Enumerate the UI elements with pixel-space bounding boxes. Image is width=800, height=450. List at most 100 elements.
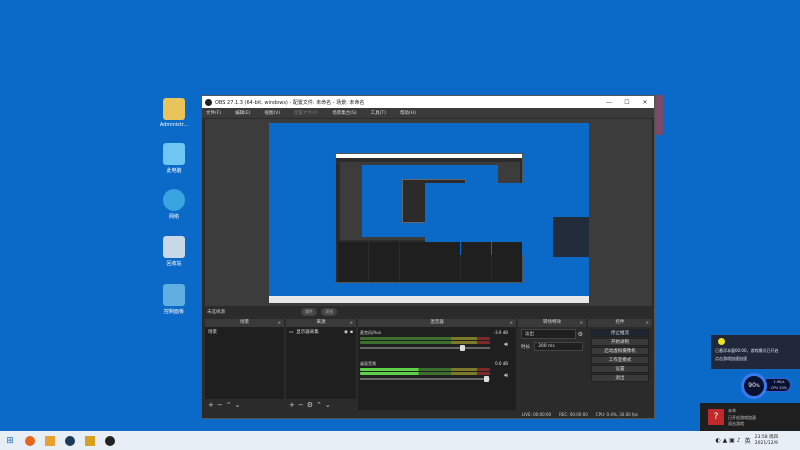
- start-virtual-camera-button[interactable]: 启动虚拟摄像机: [591, 347, 649, 355]
- ime-indicator[interactable]: 英: [745, 436, 751, 445]
- rec-status: REC: 00:00:00: [559, 411, 588, 417]
- window-title: OBS 27.1.3 (64-bit, windows) - 配置文件: 未命名…: [215, 99, 365, 106]
- add-icon[interactable]: +: [289, 400, 295, 410]
- lock-icon[interactable]: ▪: [350, 330, 353, 335]
- toast-title: 未命: [728, 408, 736, 413]
- mic-channel: 麦克风/Aux -3.9 dB 🔊︎: [360, 330, 510, 351]
- transitions-title: 转场特效: [543, 320, 561, 325]
- taskbar: ⊞ ◐ ▲ ▣ ♪ 英 23:58 周四 2021/12/9: [0, 431, 800, 450]
- dock-close-icon[interactable]: ✕: [350, 319, 353, 327]
- recycle-bin-icon: [163, 236, 185, 258]
- visibility-eye-icon[interactable]: ◉: [344, 330, 348, 335]
- menu-scene-collection[interactable]: 场景集合(S): [332, 110, 356, 116]
- remove-icon[interactable]: −: [298, 400, 304, 410]
- volume-meter: [360, 341, 490, 344]
- close-button[interactable]: ✕: [636, 99, 654, 106]
- dock-close-icon[interactable]: ✕: [510, 319, 513, 327]
- dock-close-icon[interactable]: ✕: [646, 319, 649, 327]
- duration-input[interactable]: 300 ms: [534, 342, 583, 351]
- source-item[interactable]: ▭ 显示器采集 ◉ ▪: [286, 327, 356, 337]
- move-down-icon[interactable]: ⌄: [235, 400, 241, 410]
- volume-meter: [360, 372, 490, 375]
- menu-tools[interactable]: 工具(T): [371, 110, 386, 116]
- properties-button[interactable]: 属性: [301, 307, 317, 316]
- desktop-icon-control-panel[interactable]: 控制面板: [156, 284, 192, 315]
- obs-window: OBS 27.1.3 (64-bit, windows) - 配置文件: 未命名…: [201, 95, 655, 419]
- volume-meter: [360, 337, 490, 340]
- speed-unit: %: [755, 383, 760, 388]
- notification-line2: 点击游戏加速加速: [715, 356, 747, 361]
- move-up-icon[interactable]: ⌃: [316, 400, 322, 410]
- filters-button[interactable]: 滤镜: [321, 307, 337, 316]
- notification-line1: 已悬浮本窗00:00，游戏模式已开启: [715, 348, 779, 353]
- steam-icon[interactable]: [60, 431, 80, 450]
- preview-area[interactable]: [205, 119, 652, 306]
- status-bar: LIVE: 00:00:00 REC: 00:00:00 CPU: 0.4%, …: [202, 410, 654, 418]
- speaker-icon[interactable]: 🔊︎: [504, 372, 508, 380]
- desktop-icon-network[interactable]: 网络: [156, 189, 192, 220]
- app-yellow-icon[interactable]: [80, 431, 100, 450]
- desktop-icon-label: 控制面板: [163, 309, 184, 315]
- menu-profile[interactable]: 配置文件(P): [294, 110, 318, 116]
- clock-time: 23:58 周四: [754, 434, 778, 440]
- exit-button[interactable]: 退出: [591, 374, 649, 382]
- source-toolbar: 未选择源 属性 滤镜: [205, 306, 652, 317]
- duration-label: 时长: [521, 344, 530, 350]
- desktop-icon-administrator[interactable]: Administr...: [156, 98, 192, 128]
- settings-button[interactable]: 设置: [591, 365, 649, 373]
- speaker-icon[interactable]: 🔊︎: [504, 341, 508, 349]
- computer-icon: [163, 143, 185, 165]
- nested-notification: [553, 217, 589, 257]
- toast-notification[interactable]: ? 未命 已开启游戏加速 双击游戏: [700, 403, 800, 431]
- app-orange-icon[interactable]: [40, 431, 60, 450]
- title-bar[interactable]: OBS 27.1.3 (64-bit, windows) - 配置文件: 未命名…: [202, 96, 654, 108]
- tray-icons[interactable]: ◐ ▲ ▣ ♪: [716, 437, 741, 444]
- add-icon[interactable]: +: [208, 400, 214, 410]
- menu-file[interactable]: 文件(F): [206, 110, 221, 116]
- dock-close-icon[interactable]: ✕: [580, 319, 583, 327]
- toast-line2: 双击游戏: [728, 421, 744, 426]
- scenes-title: 场景: [240, 320, 249, 325]
- mixer-title: 混音器: [430, 320, 444, 325]
- monitor-icon: ▭: [289, 329, 294, 335]
- nested-obs-capture-inner: [402, 179, 561, 255]
- speed-value: 90: [748, 382, 756, 389]
- channel-db: -3.9 dB: [493, 330, 508, 335]
- desktop-icon-this-pc[interactable]: 此电脑: [156, 143, 192, 174]
- network-icon: [163, 189, 185, 211]
- control-panel-icon: [163, 284, 185, 306]
- desktop-audio-channel: 桌面音频 0.0 dB 🔊︎: [360, 361, 510, 382]
- move-down-icon[interactable]: ⌄: [325, 400, 331, 410]
- speed-widget[interactable]: 1.9K/s CPU 20% 90%: [741, 373, 793, 399]
- remove-icon[interactable]: −: [217, 400, 223, 410]
- clock[interactable]: 23:58 周四 2021/12/9: [755, 435, 778, 447]
- gear-icon[interactable]: ⚙: [307, 400, 313, 410]
- obs-taskbar-icon[interactable]: [100, 431, 120, 450]
- menu-edit[interactable]: 编辑(E): [235, 110, 250, 116]
- menu-help[interactable]: 帮助(H): [400, 110, 416, 116]
- firefox-icon[interactable]: [20, 431, 40, 450]
- system-tray: ◐ ▲ ▣ ♪ 英 23:58 周四 2021/12/9: [716, 431, 800, 450]
- gear-icon[interactable]: ⚙: [578, 331, 583, 338]
- dock-close-icon[interactable]: ✕: [278, 319, 281, 327]
- minimize-button[interactable]: —: [600, 99, 618, 106]
- desktop-icon-label: 回收站: [166, 261, 182, 267]
- game-mode-notification[interactable]: 已悬浮本窗00:00，游戏模式已开启 点击游戏加速加速: [711, 335, 800, 369]
- start-recording-button[interactable]: 开始录制: [591, 338, 649, 346]
- live-status: LIVE: 00:00:00: [521, 411, 552, 417]
- channel-name: 麦克风/Aux: [360, 330, 381, 335]
- scene-item[interactable]: 场景: [205, 327, 284, 337]
- volume-slider[interactable]: [360, 345, 490, 351]
- stop-streaming-button[interactable]: 停止推流: [591, 329, 649, 337]
- volume-slider[interactable]: [360, 376, 490, 382]
- move-up-icon[interactable]: ⌃: [226, 400, 232, 410]
- windows-start-icon[interactable]: ⊞: [0, 431, 20, 450]
- menu-view[interactable]: 视图(V): [264, 110, 280, 116]
- transition-select[interactable]: 淡出: [521, 329, 576, 339]
- clock-date: 2021/12/9: [754, 440, 778, 446]
- studio-mode-button[interactable]: 工作室模式: [591, 356, 649, 364]
- desktop-icon-recycle-bin[interactable]: 回收站: [156, 236, 192, 267]
- scenes-dock: 场景 ✕ 场景 + − ⌃ ⌄: [205, 319, 284, 411]
- maximize-button[interactable]: ☐: [618, 99, 636, 106]
- lightbulb-icon: [718, 338, 725, 345]
